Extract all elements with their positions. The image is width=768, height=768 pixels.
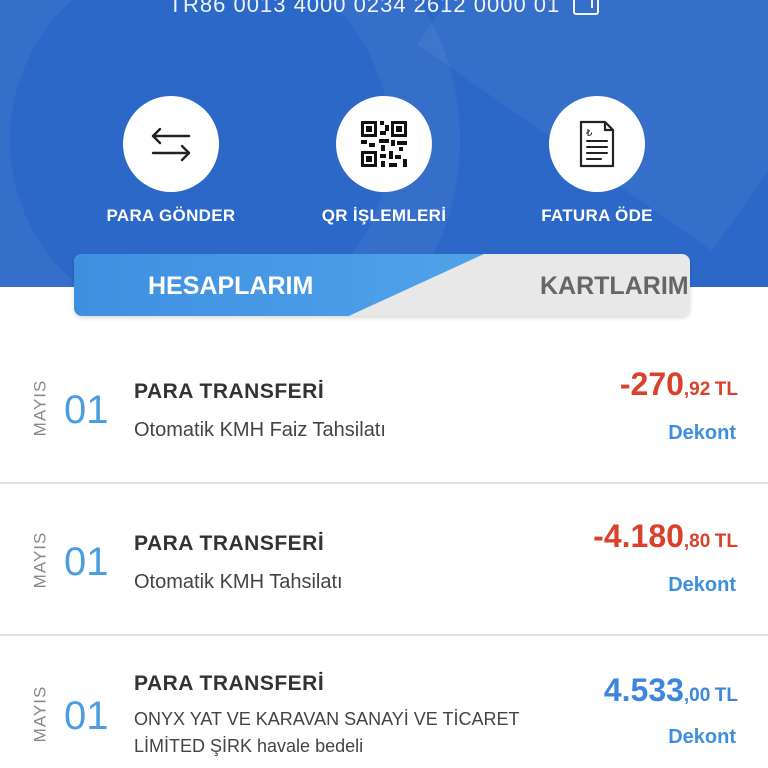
iban-row: TR86 0013 4000 0234 2612 0000 01	[0, 0, 768, 18]
transaction-type: PARA TRANSFERİ	[134, 380, 325, 403]
send-money-label: PARA GÖNDER	[106, 206, 236, 225]
transfer-arrows-icon	[151, 127, 191, 162]
amount-decimal: ,00	[683, 685, 711, 706]
transaction-amount: 4.533,00 TL	[604, 672, 738, 709]
receipt-link[interactable]: Dekont	[668, 574, 736, 597]
transaction-day: 01	[64, 540, 109, 584]
transaction-row[interactable]: MAYIS 01 PARA TRANSFERİ Otomatik KMH Fai…	[0, 334, 768, 484]
pay-bill-circle[interactable]: ₺	[549, 96, 645, 192]
transaction-amount: -4.180,80 TL	[593, 518, 738, 555]
pay-bill-label: FATURA ÖDE	[541, 206, 653, 225]
transaction-day: 01	[64, 694, 109, 738]
send-money-circle[interactable]	[123, 96, 219, 192]
transaction-month: MAYIS	[28, 368, 52, 448]
iban-text: TR86 0013 4000 0234 2612 0000 01	[168, 0, 561, 17]
transaction-type: PARA TRANSFERİ	[134, 532, 325, 555]
tab-cards-label: KARTLARIM	[540, 272, 689, 300]
transaction-description: Otomatik KMH Tahsilatı	[134, 571, 343, 593]
receipt-link[interactable]: Dekont	[668, 422, 736, 445]
amount-currency: TL	[714, 685, 738, 706]
transaction-description: Otomatik KMH Faiz Tahsilatı	[134, 419, 386, 441]
pay-bill-button[interactable]: ₺ FATURA ÖDE	[497, 96, 697, 226]
transaction-row[interactable]: MAYIS 01 PARA TRANSFERİ ONYX YAT VE KARA…	[0, 638, 768, 768]
amount-decimal: ,92	[683, 379, 711, 400]
send-money-button[interactable]: PARA GÖNDER	[71, 96, 271, 226]
amount-main: 4.533	[603, 672, 684, 708]
qr-operations-label: QR İŞLEMLERİ	[321, 206, 447, 225]
accounts-cards-toggle: KARTLARIM HESAPLARIM	[74, 254, 690, 316]
account-header: TR86 0013 4000 0234 2612 0000 01 PARA GÖ…	[0, 0, 768, 287]
qr-code-icon	[361, 121, 407, 167]
transaction-month-label: MAYIS	[30, 379, 50, 437]
qr-operations-button[interactable]: QR İŞLEMLERİ	[284, 96, 484, 226]
amount-decimal: ,80	[683, 531, 711, 552]
transaction-month: MAYIS	[28, 520, 52, 600]
transaction-month-label: MAYIS	[30, 685, 50, 743]
amount-currency: TL	[714, 379, 738, 400]
transaction-row[interactable]: MAYIS 01 PARA TRANSFERİ Otomatik KMH Tah…	[0, 486, 768, 636]
tab-accounts-label: HESAPLARIM	[148, 272, 314, 300]
amount-main: -4.180	[593, 518, 684, 554]
transaction-amount: -270,92 TL	[620, 366, 738, 403]
transaction-month: MAYIS	[28, 674, 52, 754]
svg-text:₺: ₺	[586, 128, 593, 139]
transaction-type: PARA TRANSFERİ	[134, 672, 325, 695]
transaction-description: ONYX YAT VE KARAVAN SANAYİ VE TİCARET Lİ…	[134, 709, 520, 756]
amount-currency: TL	[714, 531, 738, 552]
amount-main: -270	[619, 366, 684, 402]
invoice-icon: ₺	[579, 120, 615, 168]
qr-operations-circle[interactable]	[336, 96, 432, 192]
share-icon[interactable]	[573, 0, 600, 16]
transaction-day: 01	[64, 388, 109, 432]
receipt-link[interactable]: Dekont	[668, 726, 736, 749]
transaction-month-label: MAYIS	[30, 531, 50, 589]
